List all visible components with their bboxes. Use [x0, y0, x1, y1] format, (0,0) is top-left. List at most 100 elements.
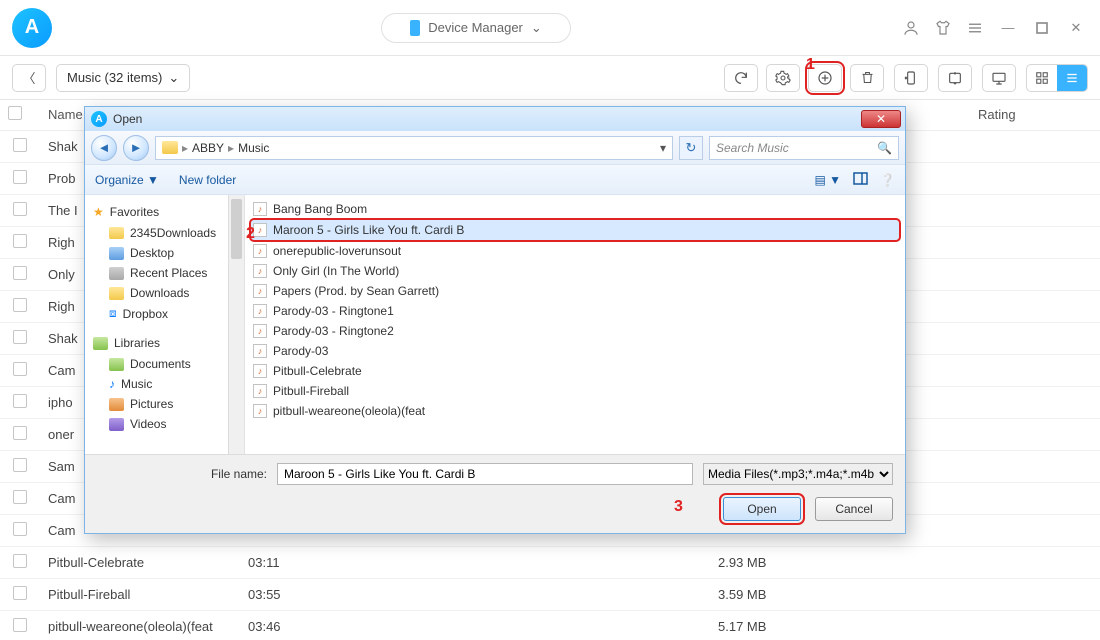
folder-icon [109, 227, 124, 239]
row-checkbox[interactable] [13, 202, 27, 216]
path-bar[interactable]: ▸ ABBY ▸ Music ▾ [155, 136, 673, 160]
row-checkbox[interactable] [13, 522, 27, 536]
table-row[interactable]: Pitbull-Celebrate 03:11 2.93 MB [0, 546, 1100, 578]
app-logo: A [12, 8, 52, 48]
open-button[interactable]: Open [723, 497, 801, 521]
cancel-button[interactable]: Cancel [815, 497, 893, 521]
sidebar-item[interactable]: 2345Downloads [87, 223, 242, 243]
table-row[interactable]: pitbull-weareone(oleola)(feat 03:46 5.17… [0, 610, 1100, 640]
maximize-button[interactable] [1030, 16, 1054, 40]
row-checkbox[interactable] [13, 330, 27, 344]
sidebar-item[interactable]: Documents [87, 354, 242, 374]
search-placeholder: Search Music [716, 141, 789, 155]
delete-button[interactable] [850, 64, 884, 92]
breadcrumb-label: Music (32 items) [67, 70, 162, 85]
row-checkbox[interactable] [13, 458, 27, 472]
preview-pane-button[interactable] [853, 172, 868, 188]
sidebar-item[interactable]: Downloads [87, 283, 242, 303]
path-refresh-button[interactable]: ↻ [679, 136, 703, 160]
to-itunes-button[interactable] [938, 64, 972, 92]
sidebar-scrollbar[interactable] [228, 195, 244, 454]
file-name: Papers (Prod. by Sean Garrett) [273, 284, 439, 298]
file-row[interactable]: ♪Papers (Prod. by Sean Garrett) [245, 281, 905, 301]
file-row[interactable]: ♪Pitbull-Celebrate [245, 361, 905, 381]
new-folder-button[interactable]: New folder [179, 173, 236, 187]
file-row[interactable]: ♪ Parody-03 - Ringtone1 [245, 301, 905, 321]
row-checkbox[interactable] [13, 426, 27, 440]
row-checkbox[interactable] [13, 266, 27, 280]
file-name: pitbull-weareone(oleola)(feat [273, 404, 425, 418]
row-checkbox[interactable] [13, 234, 27, 248]
filename-input[interactable] [277, 463, 693, 485]
file-name: Parody-03 - Ringtone1 [273, 304, 394, 318]
account-icon[interactable] [900, 17, 922, 39]
sidebar-group-libraries[interactable]: Libraries [87, 332, 242, 354]
path-dropdown-icon[interactable]: ▾ [660, 141, 666, 155]
device-selector[interactable]: Device Manager ⌄ [381, 13, 571, 43]
path-seg-folder[interactable]: Music [238, 141, 269, 155]
row-checkbox[interactable] [13, 138, 27, 152]
cell-time: 03:11 [240, 546, 360, 578]
row-checkbox[interactable] [13, 586, 27, 600]
row-checkbox[interactable] [13, 554, 27, 568]
help-button[interactable]: ❔ [880, 173, 895, 187]
row-checkbox[interactable] [13, 394, 27, 408]
row-checkbox[interactable] [13, 618, 27, 632]
search-icon: 🔍 [877, 141, 892, 155]
dialog-navbar: ◄ ► ▸ ABBY ▸ Music ▾ ↻ Search Music 🔍 [85, 131, 905, 165]
file-row[interactable]: ♪Pitbull-Fireball [245, 381, 905, 401]
open-dialog: A Open ✕ ◄ ► ▸ ABBY ▸ Music ▾ ↻ Search M… [84, 106, 906, 534]
dialog-close-button[interactable]: ✕ [861, 110, 901, 128]
file-row[interactable]: ♪Bang Bang Boom [245, 199, 905, 219]
sidebar-item[interactable]: ♪Music [87, 374, 242, 394]
nav-forward-button[interactable]: ► [123, 135, 149, 161]
app-icon: A [91, 111, 107, 127]
list-view-button[interactable] [1057, 65, 1087, 91]
minimize-button[interactable]: — [996, 16, 1020, 40]
back-button[interactable]: 〈 [12, 64, 46, 92]
music-file-icon: ♪ [253, 202, 267, 216]
file-row[interactable]: ♪Parody-03 [245, 341, 905, 361]
file-row[interactable]: ♪Parody-03 - Ringtone2 [245, 321, 905, 341]
cell-size: 2.93 MB [710, 546, 840, 578]
sidebar-item[interactable]: Videos [87, 414, 242, 434]
sidebar-group-favorites[interactable]: ★Favorites [87, 201, 242, 223]
organize-menu[interactable]: Organize ▼ [95, 173, 159, 187]
sidebar-item[interactable]: Pictures [87, 394, 242, 414]
header-right: — ✕ [900, 16, 1088, 40]
table-row[interactable]: Pitbull-Fireball 03:55 3.59 MB [0, 578, 1100, 610]
file-row[interactable]: ♪Only Girl (In The World) [245, 261, 905, 281]
grid-view-button[interactable] [1027, 65, 1057, 91]
path-seg-user[interactable]: ABBY [192, 141, 224, 155]
settings-button[interactable] [766, 64, 800, 92]
filter-select[interactable]: Media Files(*.mp3;*.m4a;*.m4b [703, 463, 893, 485]
file-row[interactable]: ♪onerepublic-loverunsout [245, 241, 905, 261]
file-row[interactable]: ♪Maroon 5 - Girls Like You ft. Cardi B [251, 220, 899, 240]
col-rating[interactable]: Rating [970, 100, 1100, 130]
row-checkbox[interactable] [13, 170, 27, 184]
close-button[interactable]: ✕ [1064, 16, 1088, 40]
dialog-bottom: File name: Media Files(*.mp3;*.m4a;*.m4b… [85, 454, 905, 533]
breadcrumb[interactable]: Music (32 items) ⌄ [56, 64, 190, 92]
select-all-checkbox[interactable] [8, 106, 22, 120]
menu-icon[interactable] [964, 17, 986, 39]
sidebar-item[interactable]: Desktop [87, 243, 242, 263]
row-checkbox[interactable] [13, 490, 27, 504]
folder-icon [162, 141, 178, 154]
sidebar-item[interactable]: ⧈Dropbox [87, 303, 242, 324]
tshirt-icon[interactable] [932, 17, 954, 39]
cell-name: pitbull-weareone(oleola)(feat [40, 610, 240, 640]
music-file-icon: ♪ [253, 264, 267, 278]
music-file-icon: ♪ [253, 344, 267, 358]
row-checkbox[interactable] [13, 298, 27, 312]
refresh-button[interactable] [724, 64, 758, 92]
to-device-button[interactable] [894, 64, 928, 92]
file-row[interactable]: ♪pitbull-weareone(oleola)(feat [245, 401, 905, 421]
music-file-icon: ♪ [253, 304, 267, 318]
sidebar-item[interactable]: Recent Places [87, 263, 242, 283]
to-pc-button[interactable] [982, 64, 1016, 92]
nav-back-button[interactable]: ◄ [91, 135, 117, 161]
row-checkbox[interactable] [13, 362, 27, 376]
search-input[interactable]: Search Music 🔍 [709, 136, 899, 160]
view-options-button[interactable]: ▤ ▼ [814, 173, 841, 187]
